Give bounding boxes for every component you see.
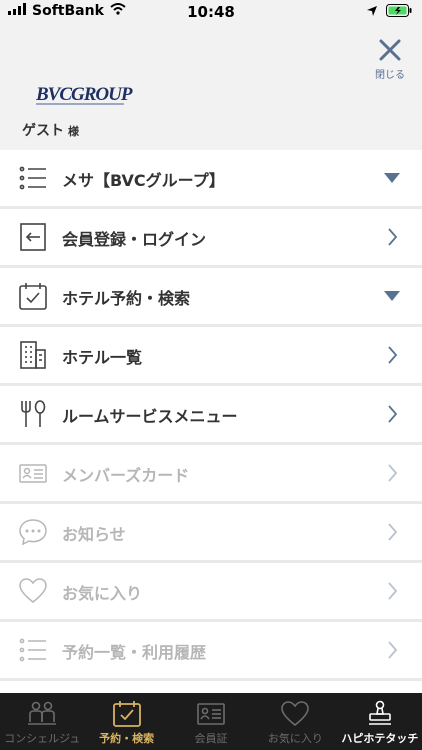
chevron-right-icon — [382, 581, 402, 601]
tab-favorites[interactable]: お気に入り — [253, 693, 337, 750]
chevron-right-icon — [382, 640, 402, 660]
guest-greeting: ゲスト様 — [22, 120, 79, 140]
chevron-right-icon — [382, 227, 402, 247]
menu-item-label: メンバーズカード — [62, 466, 190, 485]
list-icon — [18, 635, 48, 665]
close-icon — [378, 39, 402, 66]
chevron-right-icon — [382, 345, 402, 365]
menu-item-label: ホテル予約・検索 — [62, 289, 191, 308]
close-button[interactable]: 閉じる — [372, 38, 408, 81]
heart-icon — [18, 576, 48, 606]
member-card-icon — [196, 700, 226, 728]
drawer-header: 閉じる BVCGROUP ゲスト様 — [0, 24, 422, 150]
calendar-check-icon — [112, 700, 142, 728]
location-arrow-icon — [366, 5, 378, 21]
list-icon — [18, 163, 48, 193]
menu-item-label: 予約一覧・利用履歴 — [62, 643, 207, 662]
bottom-tab-bar: コンシェルジュ 予約・検索 会員証 お気に入り ハピホテタッチ — [0, 693, 422, 750]
menu-item-room-service-menu[interactable]: ルームサービスメニュー — [0, 386, 422, 445]
svg-text:BVCGROUP: BVCGROUP — [36, 84, 133, 105]
chevron-right-icon — [382, 404, 402, 424]
tab-label: お気に入り — [267, 732, 323, 745]
menu-item-label: お気に入り — [62, 584, 143, 603]
menu-item-register-login[interactable]: 会員登録・ログイン — [0, 209, 422, 268]
menu-item-notices[interactable]: お知らせ — [0, 504, 422, 563]
fork-spoon-icon — [18, 399, 48, 429]
bvc-group-logo: BVCGROUP — [35, 84, 160, 112]
heart-icon — [280, 700, 310, 728]
chevron-right-icon — [382, 463, 402, 483]
calendar-check-icon — [18, 281, 48, 311]
tab-label: ハピホテタッチ — [341, 732, 419, 745]
menu-item-label: メサ【BVCグループ】 — [62, 171, 225, 190]
tab-label: 予約・検索 — [99, 732, 155, 745]
tab-member-card[interactable]: 会員証 — [169, 693, 253, 750]
menu-item-hotel-list[interactable]: ホテル一覧 — [0, 327, 422, 386]
building-icon — [18, 340, 48, 370]
stamp-icon — [365, 700, 395, 728]
triangle-down-icon — [382, 286, 402, 306]
guest-suffix: 様 — [68, 125, 79, 138]
tab-concierge[interactable]: コンシェルジュ — [0, 693, 84, 750]
menu-item-label: 会員登録・ログイン — [62, 230, 207, 249]
speech-bubble-icon — [18, 517, 48, 547]
drawer-menu: メサ【BVCグループ】 会員登録・ログイン ホテル予約・検索 ホテル一覧 ルーム… — [0, 150, 422, 693]
tab-reservation-search[interactable]: 予約・検索 — [84, 693, 168, 750]
menu-item-favorites[interactable]: お気に入り — [0, 563, 422, 622]
close-label: 閉じる — [375, 70, 405, 81]
tab-label: 会員証 — [194, 732, 228, 745]
menu-item-partial — [0, 681, 422, 693]
login-icon — [18, 222, 48, 252]
tab-label: コンシェルジュ — [4, 732, 81, 745]
status-time: 10:48 — [187, 3, 235, 21]
triangle-down-icon — [382, 168, 402, 188]
menu-item-reservation-list-history[interactable]: 予約一覧・利用履歴 — [0, 622, 422, 681]
status-right — [366, 4, 412, 21]
menu-item-members-card[interactable]: メンバーズカード — [0, 445, 422, 504]
concierge-icon — [27, 700, 57, 728]
guest-name: ゲスト — [22, 123, 64, 139]
tab-hapihote-touch[interactable]: ハピホテタッチ — [338, 693, 422, 750]
menu-item-label: ホテル一覧 — [62, 348, 143, 367]
menu-item-label: ルームサービスメニュー — [62, 407, 238, 426]
battery-icon — [386, 4, 412, 21]
member-card-icon — [18, 458, 48, 488]
menu-item-label: お知らせ — [62, 525, 126, 544]
menu-item-mesa-bvc-group[interactable]: メサ【BVCグループ】 — [0, 150, 422, 209]
menu-item-hotel-reservation-search[interactable]: ホテル予約・検索 — [0, 268, 422, 327]
status-bar: SoftBank 10:48 — [0, 0, 422, 24]
chevron-right-icon — [382, 522, 402, 542]
